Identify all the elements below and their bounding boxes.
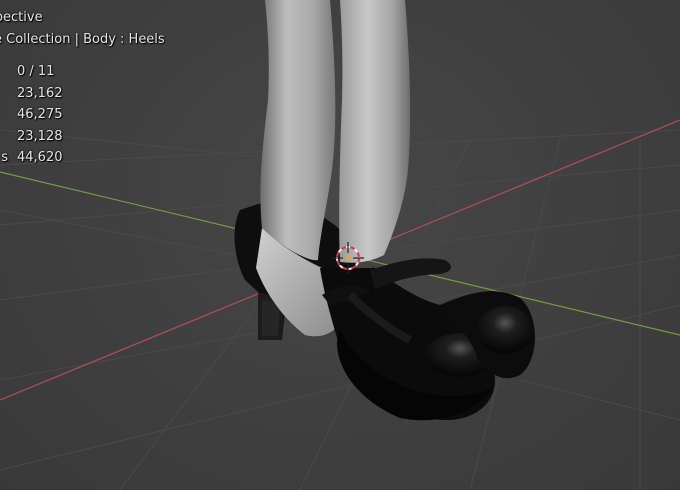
scene-canvas[interactable] <box>0 0 680 490</box>
right-shoe <box>320 258 535 421</box>
3d-viewport[interactable]: spective e Collection | Body : Heels 0 /… <box>0 0 680 490</box>
right-leg <box>339 0 411 263</box>
